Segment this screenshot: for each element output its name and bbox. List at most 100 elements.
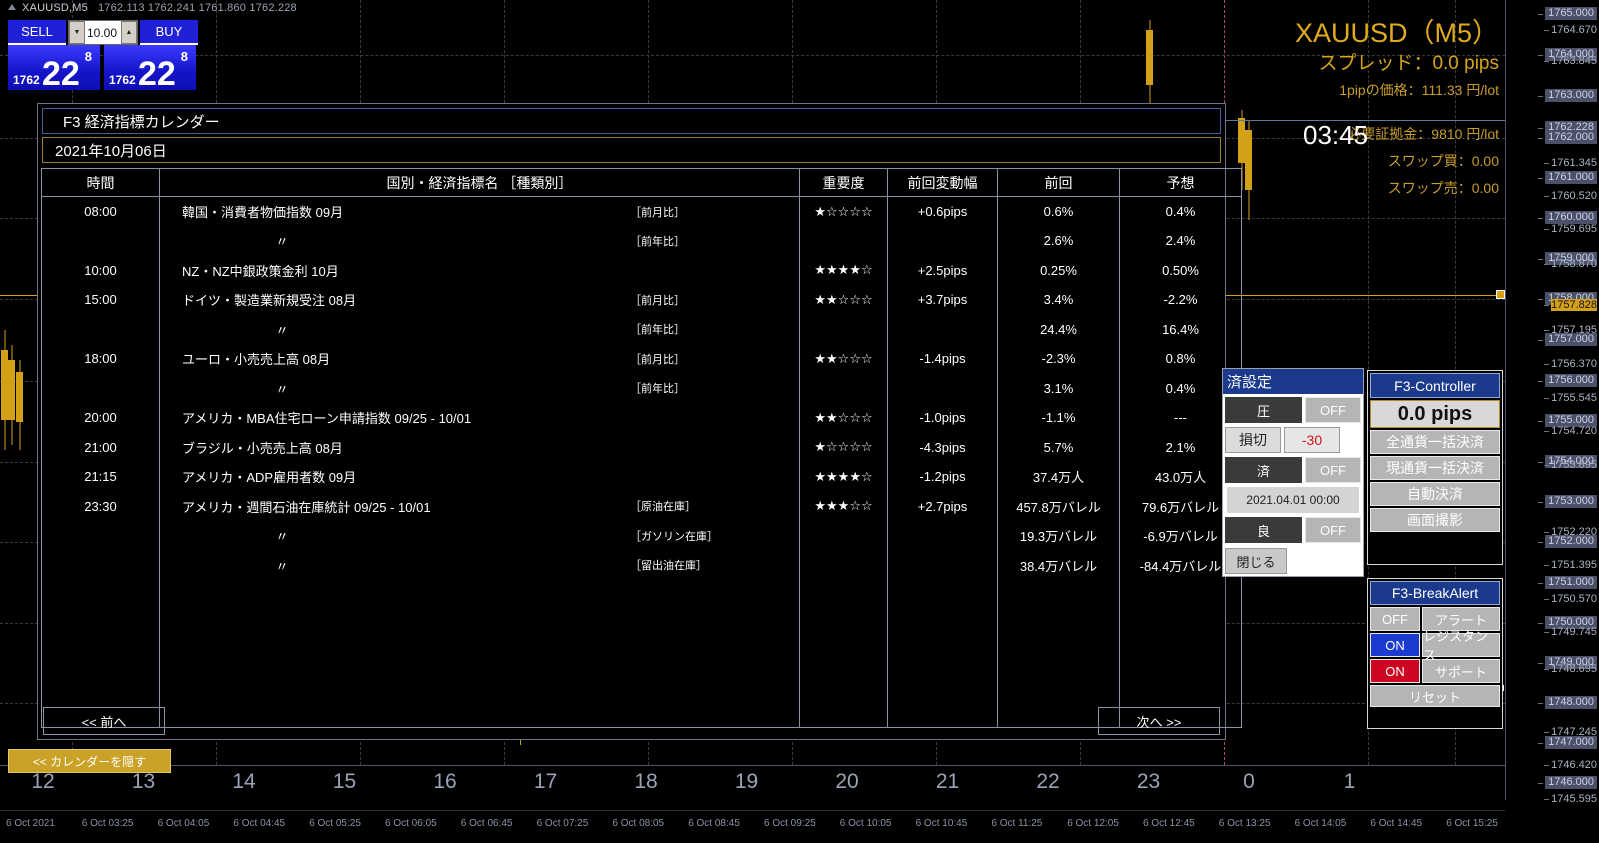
hide-calendar-button[interactable]: << カレンダーを隠す <box>8 749 171 773</box>
support-toggle[interactable]: ON <box>1370 659 1420 683</box>
cell-previous <box>997 639 1120 669</box>
buy-button[interactable]: BUY <box>140 20 198 45</box>
ditto-mark: 〃 <box>275 529 289 545</box>
settings-row1-toggle[interactable]: OFF <box>1305 397 1361 423</box>
cell-importance-stars: ★★★☆☆ <box>799 491 888 521</box>
settings-row3-toggle[interactable]: OFF <box>1305 457 1361 483</box>
cell-event-name <box>159 609 800 639</box>
auto-close-button[interactable]: 自動決済 <box>1370 482 1500 506</box>
price-axis-label: 1761.000 <box>1538 171 1597 184</box>
lot-size-input[interactable]: ▼ 10.00 ▲ <box>68 20 138 45</box>
table-row[interactable]: 08:00 韓国・消費者物価指数 09月 ［前月比］ ★☆☆☆☆ +0.6pips 0.6… <box>41 196 1242 226</box>
cell-previous <box>997 580 1120 610</box>
table-row[interactable]: 21:15 アメリカ・ADP雇用者数 09月 ★★★★☆ -1.2pips 37.4万人… <box>41 462 1242 492</box>
lot-size-value[interactable]: 10.00 <box>85 26 121 40</box>
column-header-forecast: 予想 <box>1119 168 1242 197</box>
cell-forecast <box>1119 668 1242 698</box>
table-row[interactable]: 〃 ［前年比］ 2.6% 2.4% <box>41 226 1242 256</box>
table-row[interactable]: 18:00 ユーロ・小売売上高 08月 ［前月比］ ★★☆☆☆ -1.4pips -2.3… <box>41 344 1242 374</box>
resistance-toggle[interactable]: ON <box>1370 633 1420 657</box>
table-row[interactable]: 15:00 ドイツ・製造業新規受注 08月 ［前月比］ ★★☆☆☆ +3.7pips 3.… <box>41 285 1242 315</box>
table-row[interactable]: 〃 ［前年比］ 3.1% 0.4% <box>41 373 1242 403</box>
time-axis-hour: 14 <box>232 770 256 793</box>
time-axis-stamp: 6 Oct 03:25 <box>81 818 134 829</box>
cell-event-name: ブラジル・小売売上高 08月 <box>159 432 800 462</box>
time-axis-stamp: 6 Oct 04:45 <box>233 818 286 829</box>
table-row[interactable]: 〃 ［留出油在庫］ 38.4万バレル -84.4万バレル <box>41 550 1242 580</box>
cell-event-kind: ［前月比］ <box>630 294 685 307</box>
stoploss-value[interactable]: -30 <box>1284 427 1340 453</box>
table-row[interactable] <box>41 668 1242 698</box>
cell-forecast <box>1119 580 1242 610</box>
cell-importance-stars: ★★☆☆☆ <box>799 285 888 315</box>
next-day-button[interactable]: 次へ >> <box>1098 707 1220 735</box>
cell-event-kind: ［前月比］ <box>630 353 685 366</box>
table-row[interactable]: 23:30 アメリカ・週間石油在庫統計 09/25 - 10/01 ［原油在庫］ ★★… <box>41 491 1242 521</box>
table-row[interactable]: 〃 ［前年比］ 24.4% 16.4% <box>41 314 1242 344</box>
table-row[interactable] <box>41 609 1242 639</box>
table-row[interactable]: 21:00 ブラジル・小売売上高 08月 ★☆☆☆☆ -4.3pips 5.7% 2.1% <box>41 432 1242 462</box>
settings-row-4: 良 OFF <box>1223 514 1363 544</box>
cell-importance-stars: ★★☆☆☆ <box>799 344 888 374</box>
sell-price-display[interactable]: 1762 22 8 <box>8 45 100 90</box>
calendar-date[interactable]: 2021年10月06日 <box>42 137 1221 163</box>
resistance-label[interactable]: レジスタンス <box>1422 629 1500 663</box>
time-axis-stamp: 6 Oct 04:05 <box>157 818 210 829</box>
cell-importance-stars <box>799 580 888 610</box>
cell-importance-stars <box>799 521 888 551</box>
collapse-triangle-icon[interactable] <box>8 4 16 10</box>
buy-price-display[interactable]: 1762 22 8 <box>104 45 196 90</box>
screenshot-button[interactable]: 画面撮影 <box>1370 508 1500 532</box>
cell-forecast: 16.4% <box>1119 314 1242 344</box>
table-row[interactable]: 〃 ［ガソリン在庫］ 19.3万バレル -6.9万バレル <box>41 521 1242 551</box>
sell-price-major: 22 <box>42 55 80 90</box>
lot-decrement-button[interactable]: ▼ <box>69 21 85 44</box>
cell-event-name: 〃 ［前年比］ <box>159 226 800 256</box>
time-axis-hour: 21 <box>935 770 960 793</box>
table-row[interactable]: 20:00 アメリカ・MBA住宅ローン申請指数 09/25 - 10/01 ★★☆☆… <box>41 403 1242 433</box>
table-row[interactable] <box>41 580 1242 610</box>
cell-event-kind: ［前月比］ <box>630 206 685 219</box>
close-all-currencies-button[interactable]: 全通貨一括決済 <box>1370 430 1500 454</box>
cell-time <box>41 314 160 344</box>
time-axis-hour: 19 <box>734 770 759 793</box>
cell-previous: 0.6% <box>997 196 1120 226</box>
cell-previous: 457.8万バレル <box>997 491 1120 521</box>
time-axis[interactable]: 12 13 14 15 16 17 18 19 20 21 22 23 0 1 6 Oct 2021 6 Oc… <box>0 765 1505 843</box>
cell-change <box>887 550 998 580</box>
cell-change <box>887 639 998 669</box>
support-label[interactable]: サポート <box>1422 659 1500 683</box>
economic-calendar-window: F3 経済指標カレンダー 2021年10月06日 時間 国別・経済指標名 ［種類… <box>37 103 1242 740</box>
cell-previous: 5.7% <box>997 432 1120 462</box>
candlestick <box>1 330 8 450</box>
stoploss-button[interactable]: 損切 <box>1225 427 1281 453</box>
breakalert-reset-button[interactable]: リセット <box>1370 685 1500 707</box>
alert-toggle[interactable]: OFF <box>1370 607 1420 631</box>
cell-event-name: ドイツ・製造業新規受注 08月 ［前月比］ <box>159 285 800 315</box>
close-current-currency-button[interactable]: 現通貨一括決済 <box>1370 456 1500 480</box>
price-axis-label: 1751.000 <box>1538 576 1597 589</box>
price-axis-label: 1746.420 <box>1544 759 1597 771</box>
table-row[interactable]: 10:00 NZ・NZ中銀政策金利 10月 ★★★★☆ +2.5pips 0.25% 0.… <box>41 255 1242 285</box>
price-axis-label: 1753.895 <box>1544 459 1597 471</box>
table-row[interactable] <box>41 639 1242 669</box>
symbol-label: XAUUSD,M5 <box>22 2 88 14</box>
previous-day-button[interactable]: << 前へ <box>43 707 165 735</box>
time-axis-stamp: 6 Oct 08:45 <box>688 818 740 829</box>
cell-time <box>41 226 160 256</box>
sell-button[interactable]: SELL <box>8 20 66 45</box>
cell-event-kind: ［前年比］ <box>630 383 685 396</box>
price-axis[interactable]: 1765.000 1764.670 1764.000 1763.845 1763.000… <box>1505 0 1599 805</box>
cell-change: -1.2pips <box>887 462 998 492</box>
settings-row4-toggle[interactable]: OFF <box>1305 517 1361 543</box>
time-axis-stamp: 6 Oct 14:05 <box>1294 818 1347 829</box>
cell-event-kind: ［ガソリン在庫］ <box>630 530 718 543</box>
trade-panel-price-row: 1762 22 8 1762 22 8 <box>8 45 198 90</box>
lot-increment-button[interactable]: ▲ <box>121 21 137 44</box>
settings-close-button[interactable]: 閉じる <box>1225 548 1287 574</box>
settings-row-date: 2021.04.01 00:00 <box>1223 484 1363 514</box>
cell-event-name: 韓国・消費者物価指数 09月 ［前月比］ <box>159 196 800 226</box>
settings-datetime-field[interactable]: 2021.04.01 00:00 <box>1227 487 1359 513</box>
time-axis-hour: 18 <box>634 770 658 793</box>
cell-event-kind: ［前年比］ <box>630 235 685 248</box>
